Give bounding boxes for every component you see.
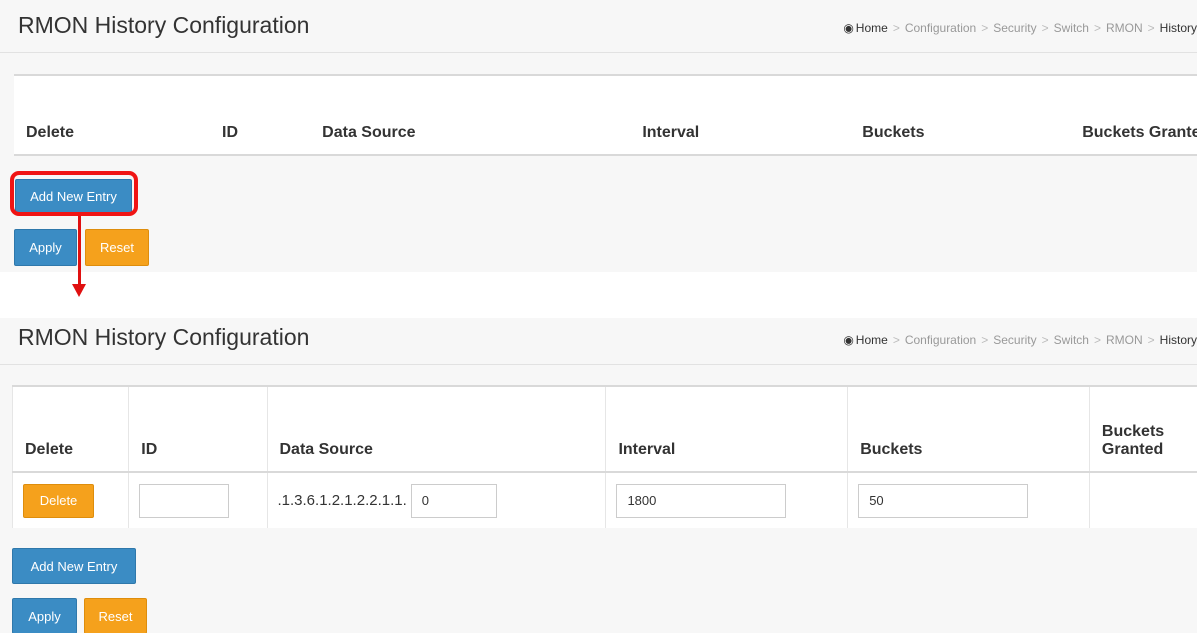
breadcrumb-separator: > bbox=[981, 333, 989, 347]
cell-delete: Delete bbox=[11, 471, 130, 528]
annotation-arrow-line bbox=[78, 216, 81, 286]
header-buckets-granted: Buckets Granted bbox=[1070, 75, 1197, 156]
breadcrumb-current: History bbox=[1159, 333, 1197, 347]
history-table: Delete ID Data Source Interval Buckets B… bbox=[11, 385, 1197, 528]
breadcrumb-home[interactable]: Home bbox=[856, 333, 888, 347]
buckets-input[interactable] bbox=[858, 483, 1029, 518]
cell-interval bbox=[605, 471, 849, 528]
apply-button[interactable]: Apply bbox=[14, 229, 77, 266]
header-buckets-granted: Buckets Granted bbox=[1089, 386, 1197, 473]
header-id: ID bbox=[210, 75, 311, 156]
history-table: Delete ID Data Source Interval Buckets B… bbox=[14, 74, 1197, 156]
delete-row-button[interactable]: Delete bbox=[23, 483, 94, 518]
breadcrumb-separator: > bbox=[1041, 333, 1049, 347]
cell-buckets-granted bbox=[1089, 471, 1197, 528]
home-icon: ◉ bbox=[843, 333, 854, 347]
cell-buckets bbox=[847, 471, 1090, 528]
breadcrumb-switch[interactable]: Switch bbox=[1054, 333, 1089, 347]
breadcrumb-separator: > bbox=[981, 21, 989, 35]
cell-data-source: .1.3.6.1.2.1.2.2.1.1. bbox=[267, 471, 607, 528]
breadcrumb-current: History bbox=[1159, 21, 1197, 35]
cell-id bbox=[128, 471, 268, 528]
breadcrumb-configuration[interactable]: Configuration bbox=[905, 21, 976, 35]
header-id: ID bbox=[128, 386, 268, 473]
header-interval: Interval bbox=[630, 75, 851, 156]
page-title: RMON History Configuration bbox=[18, 324, 310, 350]
id-input[interactable] bbox=[139, 483, 230, 518]
header-interval: Interval bbox=[605, 386, 849, 473]
breadcrumb-configuration[interactable]: Configuration bbox=[905, 333, 976, 347]
table-row: Delete .1.3.6.1.2.1.2.2.1.1. bbox=[11, 471, 1197, 528]
after-panel: RMON History Configuration ◉ Home > Conf… bbox=[0, 318, 1197, 633]
breadcrumb: ◉ Home > Configuration > Security > Swit… bbox=[843, 333, 1197, 347]
breadcrumb: ◉ Home > Configuration > Security > Swit… bbox=[843, 21, 1197, 35]
breadcrumb-rmon[interactable]: RMON bbox=[1106, 21, 1143, 35]
breadcrumb-security[interactable]: Security bbox=[993, 333, 1036, 347]
breadcrumb-separator: > bbox=[1041, 21, 1049, 35]
breadcrumb-rmon[interactable]: RMON bbox=[1106, 333, 1143, 347]
apply-button[interactable]: Apply bbox=[12, 598, 77, 633]
header-data-source: Data Source bbox=[310, 75, 631, 156]
header-buckets: Buckets bbox=[850, 75, 1071, 156]
breadcrumb-separator: > bbox=[892, 333, 900, 347]
data-source-input[interactable] bbox=[410, 483, 497, 518]
breadcrumb-security[interactable]: Security bbox=[993, 21, 1036, 35]
add-entry-highlight bbox=[10, 171, 138, 216]
breadcrumb-separator: > bbox=[1147, 21, 1155, 35]
title-divider bbox=[0, 364, 1197, 365]
annotation-arrow-icon bbox=[72, 284, 86, 297]
oid-prefix: .1.3.6.1.2.1.2.2.1.1. bbox=[277, 492, 407, 509]
add-new-entry-button[interactable]: Add New Entry bbox=[12, 548, 136, 584]
home-icon: ◉ bbox=[843, 21, 854, 35]
breadcrumb-separator: > bbox=[892, 21, 900, 35]
breadcrumb-separator: > bbox=[1093, 333, 1101, 347]
reset-button[interactable]: Reset bbox=[85, 229, 149, 266]
title-divider bbox=[0, 52, 1197, 53]
reset-button[interactable]: Reset bbox=[84, 598, 147, 633]
header-data-source: Data Source bbox=[267, 386, 607, 473]
header-delete: Delete bbox=[14, 75, 210, 156]
header-delete: Delete bbox=[11, 386, 130, 473]
before-panel: RMON History Configuration ◉ Home > Conf… bbox=[0, 0, 1197, 272]
breadcrumb-switch[interactable]: Switch bbox=[1054, 21, 1089, 35]
header-buckets: Buckets bbox=[847, 386, 1090, 473]
page-title: RMON History Configuration bbox=[18, 12, 310, 38]
breadcrumb-home[interactable]: Home bbox=[856, 21, 888, 35]
interval-input[interactable] bbox=[616, 483, 787, 518]
breadcrumb-separator: > bbox=[1093, 21, 1101, 35]
breadcrumb-separator: > bbox=[1147, 333, 1155, 347]
